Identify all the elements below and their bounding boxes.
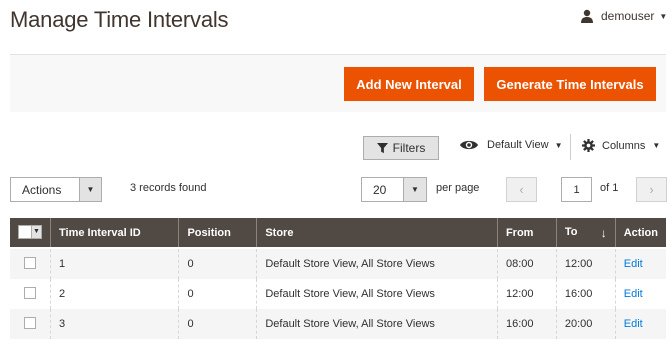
table-row: 2 0 Default Store View, All Store Views …: [10, 279, 666, 309]
add-new-interval-button[interactable]: Add New Interval: [344, 67, 474, 101]
generate-time-intervals-button[interactable]: Generate Time Intervals: [484, 67, 656, 101]
user-icon: [581, 9, 593, 23]
time-intervals-grid: ▼ Time Interval ID Position Store From T…: [10, 218, 666, 339]
mass-select-checkbox[interactable]: ▼: [18, 224, 42, 239]
gear-icon: [582, 139, 595, 152]
chevron-right-icon: ›: [649, 182, 654, 197]
row-select-cell[interactable]: [10, 279, 51, 309]
per-page-value: 20: [373, 182, 387, 197]
user-name: demouser: [601, 9, 655, 23]
cell-position: 0: [178, 249, 257, 279]
chevron-down-icon: ▼: [403, 178, 426, 201]
page-actions-bar: Add New Interval Generate Time Intervals: [10, 54, 666, 112]
chevron-down-icon: ▼: [652, 141, 661, 150]
arrow-down-icon: ↓: [600, 225, 607, 240]
edit-link[interactable]: Edit: [624, 318, 643, 330]
column-header-action: Action: [614, 218, 666, 247]
user-menu[interactable]: demouser ▼: [580, 9, 667, 23]
column-header-from[interactable]: From: [496, 218, 557, 247]
table-row: 1 0 Default Store View, All Store Views …: [10, 249, 666, 279]
cell-action: Edit: [614, 249, 666, 279]
columns-button[interactable]: Columns ▼: [582, 139, 660, 152]
cell-from: 16:00: [496, 309, 557, 339]
cell-to: 16:00: [555, 279, 616, 309]
grid-header-row: ▼ Time Interval ID Position Store From T…: [10, 218, 666, 247]
view-switcher[interactable]: Default View ▼: [460, 139, 562, 151]
per-page-label: per page: [436, 182, 480, 194]
columns-label: Columns: [602, 139, 646, 152]
cell-action: Edit: [614, 279, 666, 309]
cell-id: 3: [49, 309, 179, 339]
column-header-position[interactable]: Position: [178, 218, 257, 247]
per-page-select[interactable]: 20 ▼: [361, 177, 427, 202]
filters-button[interactable]: Filters: [363, 136, 439, 160]
mass-actions-label: Actions: [22, 182, 62, 197]
row-select-cell[interactable]: [10, 309, 51, 339]
row-checkbox[interactable]: [24, 316, 36, 329]
eye-icon: [460, 140, 478, 150]
records-count: 3 records found: [130, 182, 207, 194]
cell-position: 0: [178, 279, 257, 309]
row-checkbox[interactable]: [24, 256, 36, 269]
cell-from: 08:00: [496, 249, 557, 279]
toolbar-divider: [570, 134, 571, 160]
page-title: Manage Time Intervals: [10, 7, 229, 32]
filters-label: Filters: [392, 141, 426, 155]
cell-action: Edit: [614, 309, 666, 339]
edit-link[interactable]: Edit: [624, 258, 643, 270]
cell-to: 12:00: [555, 249, 616, 279]
funnel-icon: [376, 142, 388, 153]
cell-from: 12:00: [496, 279, 557, 309]
chevron-left-icon: ‹: [519, 182, 524, 197]
previous-page-button[interactable]: ‹: [506, 177, 537, 202]
cell-store: Default Store View, All Store Views: [256, 249, 498, 279]
column-header-store[interactable]: Store: [256, 218, 498, 247]
page-total: of 1: [600, 182, 619, 194]
mass-actions-select[interactable]: Actions ▼: [10, 177, 102, 202]
cell-id: 2: [49, 279, 179, 309]
column-header-id[interactable]: Time Interval ID: [49, 218, 179, 247]
current-page-input[interactable]: [561, 177, 592, 202]
column-header-to-label: To: [564, 225, 578, 238]
column-header-to[interactable]: To ↓: [555, 218, 616, 247]
edit-link[interactable]: Edit: [624, 288, 643, 300]
cell-position: 0: [178, 309, 257, 339]
cell-store: Default Store View, All Store Views: [256, 279, 498, 309]
cell-id: 1: [49, 249, 179, 279]
row-checkbox[interactable]: [24, 286, 36, 299]
mass-select-header[interactable]: ▼: [10, 218, 51, 247]
row-select-cell[interactable]: [10, 249, 51, 279]
table-row: 3 0 Default Store View, All Store Views …: [10, 309, 666, 339]
chevron-down-icon: ▼: [554, 140, 563, 150]
cell-to: 20:00: [555, 309, 616, 339]
cell-store: Default Store View, All Store Views: [256, 309, 498, 339]
chevron-down-icon: ▼: [31, 225, 41, 238]
chevron-down-icon: ▼: [659, 11, 668, 21]
view-label: Default View: [487, 139, 549, 151]
chevron-down-icon: ▼: [79, 178, 101, 201]
next-page-button[interactable]: ›: [636, 177, 667, 202]
